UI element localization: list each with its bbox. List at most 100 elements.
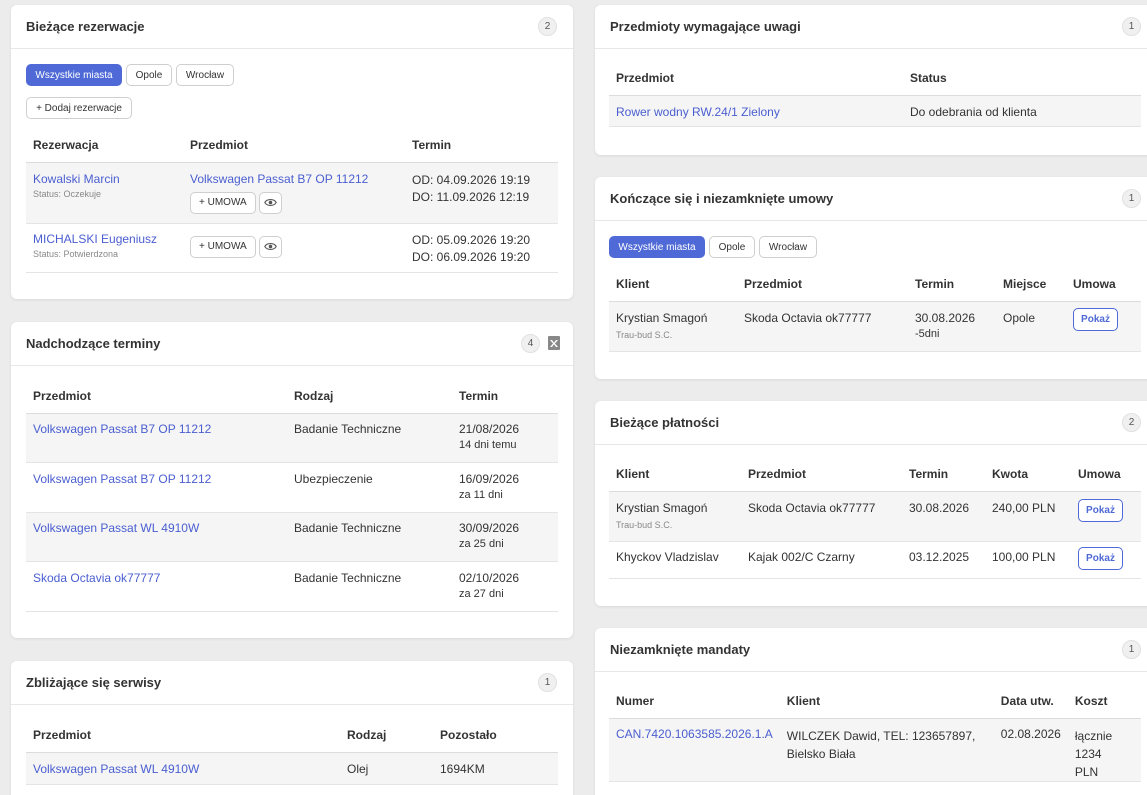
client-company: Trau-bud S.C. (616, 329, 673, 340)
column-header: Przedmiot (609, 61, 903, 96)
item-link[interactable]: Rower wodny RW.24/1 Zielony (616, 105, 780, 119)
card-title: Kończące się i niezamknięte umowy (610, 191, 834, 206)
column-header: Miejsce (996, 267, 1066, 302)
column-header: Kwota (985, 457, 1071, 492)
contract-date: 30.08.2026 (915, 310, 976, 325)
show-contract-button[interactable]: Pokaż (1078, 498, 1123, 522)
column-header: Przedmiot (26, 379, 287, 414)
deadline-type: Badanie Techniczne (287, 561, 452, 612)
column-header: Przedmiot (183, 128, 405, 163)
service-type: Olej (340, 752, 433, 785)
add-contract-button[interactable]: + UMOWA (190, 191, 256, 214)
table-row: Krystian Smagoń Trau-bud S.C. Skoda Octa… (609, 491, 1141, 542)
ending-contracts-table: Klient Przedmiot Termin Miejsce Umowa Kr… (609, 267, 1141, 352)
deadline-type: Badanie Techniczne (287, 413, 452, 463)
card-header: Bieżące rezerwacje 2 (11, 5, 573, 49)
show-contract-button[interactable]: Pokaż (1073, 307, 1118, 331)
excel-export-icon[interactable] (548, 336, 560, 350)
count-badge: 1 (538, 673, 557, 692)
item-status: Do odebrania od klienta (903, 95, 1141, 127)
table-row: Volkswagen Passat WL 4910W Olej 1694KM (26, 752, 558, 785)
item-link[interactable]: Volkswagen Passat WL 4910W (33, 521, 199, 535)
reservation-to: DO: 11.09.2026 12:19 (412, 189, 530, 204)
contract-item: Skoda Octavia ok77777 (737, 301, 908, 352)
deadline-date: 16/09/2026 (459, 471, 520, 486)
column-header: Rodzaj (287, 379, 452, 414)
filter-wroclaw[interactable]: Wrocław (759, 236, 817, 258)
fine-cost-currency: PLN (1074, 764, 1099, 779)
table-row: Rower wodny RW.24/1 Zielony Do odebrania… (609, 95, 1141, 127)
column-header: Rezerwacja (26, 128, 183, 163)
fine-client-city: Bielsko Biała (786, 746, 856, 761)
column-header: Status (903, 61, 1141, 96)
contract-relative: -5dni (915, 327, 940, 340)
payment-item: Kajak 002/C Czarny (741, 541, 902, 579)
filter-opole[interactable]: Opole (126, 64, 172, 86)
table-row: Volkswagen Passat B7 OP 11212 Ubezpiecze… (26, 462, 558, 513)
deadline-date: 02/10/2026 (459, 570, 520, 585)
item-link[interactable]: Skoda Octavia ok77777 (33, 571, 160, 585)
client-company: Trau-bud S.C. (616, 519, 673, 530)
column-header: Przedmiot (741, 457, 902, 492)
column-header: Termin (908, 267, 996, 302)
card-title: Nadchodzące terminy (26, 336, 161, 351)
card-header: Zbliżające się serwisy 1 (11, 661, 573, 705)
filter-wroclaw[interactable]: Wrocław (176, 64, 234, 86)
deadline-relative: za 11 dni (459, 488, 503, 501)
open-fines-card: Niezamknięte mandaty 1 Numer Klient Data… (595, 628, 1147, 795)
fine-number-link[interactable]: CAN.7420.1063585.2026.1.A (616, 727, 773, 741)
table-row: Volkswagen Passat B7 OP 11212 Badanie Te… (26, 413, 558, 463)
add-reservation-button[interactable]: + Dodaj rezerwacje (26, 97, 132, 119)
client-name: Krystian Smagoń (616, 310, 708, 325)
payment-item: Skoda Octavia ok77777 (741, 491, 902, 542)
service-remaining: 1694KM (433, 752, 558, 785)
payment-amount: 240,00 PLN (985, 491, 1071, 542)
table-header: Numer Klient Data utw. Koszt (609, 684, 1141, 719)
count-badge: 1 (1122, 17, 1141, 36)
payment-date: 30.08.2026 (902, 491, 985, 542)
item-link[interactable]: Volkswagen Passat B7 OP 11212 (33, 472, 211, 486)
column-header: Umowa (1071, 457, 1141, 492)
card-header: Niezamknięte mandaty 1 (595, 628, 1147, 672)
table-row: Khyckov Vladzislav Kajak 002/C Czarny 03… (609, 541, 1141, 579)
card-title: Przedmioty wymagające uwagi (610, 19, 801, 34)
upcoming-services-card: Zbliżające się serwisy 1 Przedmiot Rodza… (11, 661, 573, 795)
ending-contracts-card: Kończące się i niezamknięte umowy 1 Wszy… (595, 177, 1147, 379)
column-header: Przedmiot (26, 718, 340, 753)
reservation-client-link[interactable]: MICHALSKI Eugeniusz (33, 232, 157, 246)
fines-table: Numer Klient Data utw. Koszt CAN.7420.10… (609, 684, 1141, 782)
count-badge: 4 (521, 334, 540, 353)
card-header: Kończące się i niezamknięte umowy 1 (595, 177, 1147, 221)
eye-icon (263, 199, 277, 206)
item-link[interactable]: Volkswagen Passat WL 4910W (33, 762, 199, 776)
column-header: Termin (902, 457, 985, 492)
filter-all-cities[interactable]: Wszystkie miasta (609, 236, 705, 258)
add-contract-button[interactable]: + UMOWA (190, 235, 256, 258)
preview-button[interactable] (258, 235, 282, 258)
count-badge: 2 (538, 17, 557, 36)
column-header: Koszt (1067, 684, 1141, 719)
count-badge: 1 (1122, 189, 1141, 208)
fine-client: WILCZEK Dawid, TEL: 123657897, (786, 728, 976, 743)
card-title: Zbliżające się serwisy (26, 675, 162, 690)
table-row: Skoda Octavia ok77777 Badanie Techniczne… (26, 561, 558, 612)
item-link[interactable]: Volkswagen Passat B7 OP 11212 (33, 422, 211, 436)
table-row: Kowalski Marcin Status: Oczekuje Volkswa… (26, 162, 558, 224)
reservation-client-link[interactable]: Kowalski Marcin (33, 172, 120, 186)
upcoming-deadlines-card: Nadchodzące terminy 4 Przedmiot Rodzaj T… (11, 322, 573, 638)
show-contract-button[interactable]: Pokaż (1078, 546, 1123, 570)
table-header: Rezerwacja Przedmiot Termin (26, 128, 558, 163)
reservation-item-link[interactable]: Volkswagen Passat B7 OP 11212 (190, 172, 368, 186)
reservation-from: OD: 05.09.2026 19:20 (412, 232, 531, 247)
city-filter: Wszystkie miasta Opole Wrocław (609, 236, 817, 258)
filter-all-cities[interactable]: Wszystkie miasta (26, 64, 122, 86)
filter-opole[interactable]: Opole (709, 236, 755, 258)
reservation-to: DO: 06.09.2026 19:20 (412, 249, 531, 264)
reservations-table: Rezerwacja Przedmiot Termin Kowalski Mar… (26, 128, 558, 273)
contract-place: Opole (996, 301, 1066, 352)
deadline-relative: 14 dni temu (459, 438, 517, 451)
table-header: Klient Przedmiot Termin Miejsce Umowa (609, 267, 1141, 302)
column-header: Data utw. (993, 684, 1068, 719)
preview-button[interactable] (258, 191, 282, 214)
fine-date: 02.08.2026 (993, 718, 1068, 782)
